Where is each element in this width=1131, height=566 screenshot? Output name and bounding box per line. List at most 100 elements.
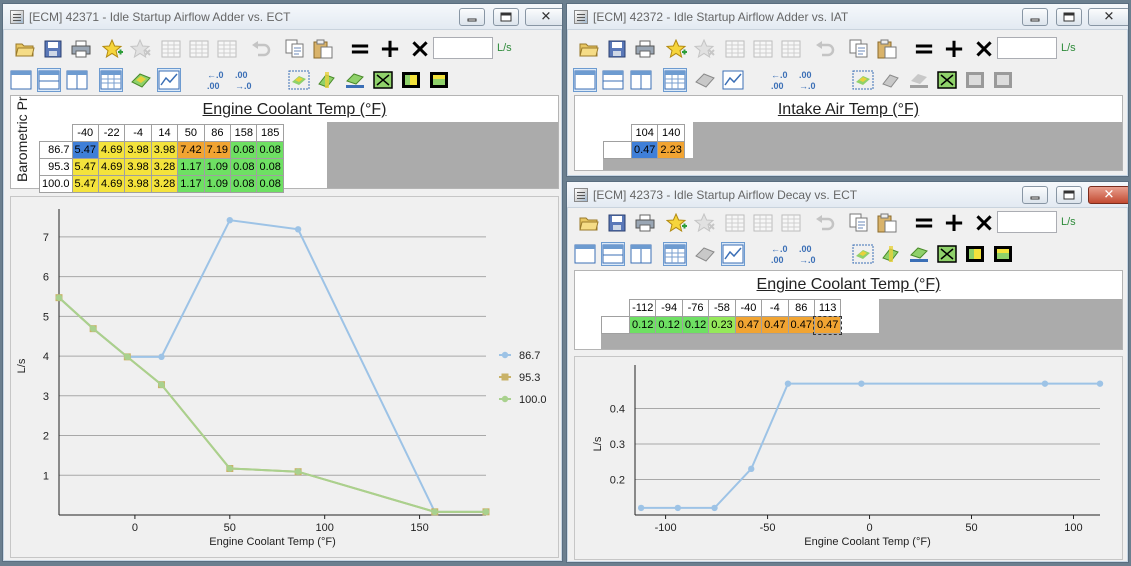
- decimal-less-button[interactable]: ←.0.00: [769, 242, 797, 266]
- table-cell[interactable]: 0.23: [708, 316, 736, 334]
- column-header[interactable]: 86: [203, 124, 232, 142]
- table-cell[interactable]: 3.98: [124, 158, 152, 176]
- multiply-button[interactable]: ×: [971, 36, 997, 62]
- close-button[interactable]: ✕: [525, 8, 562, 26]
- select-cell-button[interactable]: [935, 242, 959, 266]
- view-table-button[interactable]: [99, 68, 123, 92]
- select-row-button[interactable]: [287, 68, 311, 92]
- table-cell[interactable]: 0.08: [256, 141, 284, 159]
- table-button[interactable]: [215, 37, 239, 61]
- column-header[interactable]: 113: [813, 299, 842, 317]
- title-bar[interactable]: [ECM] 42373 - Idle Startup Airflow Decay…: [567, 182, 1128, 208]
- equals-button[interactable]: =: [911, 36, 937, 62]
- table-cell[interactable]: 1.09: [203, 158, 232, 176]
- star-remove-button[interactable]: [693, 37, 717, 61]
- table-cell[interactable]: 4.69: [97, 158, 126, 176]
- column-header[interactable]: -4: [761, 299, 789, 317]
- surface-3d-button[interactable]: [129, 68, 153, 92]
- table-button[interactable]: [723, 37, 747, 61]
- select-cell-button[interactable]: [371, 68, 395, 92]
- table-cell[interactable]: 1.09: [203, 175, 232, 193]
- paste-button[interactable]: [875, 37, 899, 61]
- column-header[interactable]: -4: [124, 124, 152, 142]
- select-cell-button[interactable]: [935, 68, 959, 92]
- table-cell[interactable]: 5.47: [71, 175, 99, 193]
- table-button[interactable]: [751, 37, 775, 61]
- undo-button[interactable]: [813, 211, 837, 235]
- table-cell[interactable]: 0.12: [681, 316, 710, 334]
- equals-button[interactable]: =: [911, 210, 937, 236]
- table-cell[interactable]: 3.28: [150, 175, 179, 193]
- column-header[interactable]: -40: [71, 124, 99, 142]
- open-button[interactable]: [577, 37, 601, 61]
- operand-input[interactable]: [997, 211, 1057, 233]
- minimize-button[interactable]: [459, 8, 485, 26]
- column-header[interactable]: -112: [628, 299, 657, 317]
- view-vsplit-button[interactable]: [65, 68, 89, 92]
- select-layer-button[interactable]: [907, 242, 931, 266]
- table-cell[interactable]: 0.47: [761, 316, 789, 334]
- select-row-button[interactable]: [851, 242, 875, 266]
- view-hsplit-button[interactable]: [37, 68, 61, 92]
- multiply-button[interactable]: ×: [407, 36, 433, 62]
- line-graph-button[interactable]: [157, 68, 181, 92]
- view-hsplit-button[interactable]: [601, 242, 625, 266]
- star-remove-button[interactable]: [693, 211, 717, 235]
- operand-input[interactable]: [433, 37, 493, 59]
- table-cell[interactable]: 0.47: [813, 315, 842, 335]
- paste-button[interactable]: [311, 37, 335, 61]
- star-add-button[interactable]: [665, 37, 689, 61]
- fill-yellow-dim-button[interactable]: [963, 68, 987, 92]
- fill-green-button[interactable]: [991, 242, 1015, 266]
- print-button[interactable]: [633, 37, 657, 61]
- decimal-less-button[interactable]: ←.0.00: [205, 68, 233, 92]
- column-header[interactable]: -40: [734, 299, 763, 317]
- decimal-more-button[interactable]: .00 →.0: [233, 68, 261, 92]
- minimize-button[interactable]: [1022, 8, 1048, 26]
- table-button[interactable]: [751, 211, 775, 235]
- copy-button[interactable]: [847, 211, 871, 235]
- maximize-button[interactable]: [493, 8, 519, 26]
- column-header[interactable]: 86: [787, 299, 815, 317]
- view-hsplit-button[interactable]: [601, 68, 625, 92]
- star-add-button[interactable]: [101, 37, 125, 61]
- column-header[interactable]: -58: [708, 299, 736, 317]
- table-button[interactable]: [723, 211, 747, 235]
- star-add-button[interactable]: [665, 211, 689, 235]
- print-button[interactable]: [69, 37, 93, 61]
- star-remove-button[interactable]: [129, 37, 153, 61]
- column-header[interactable]: -94: [655, 299, 683, 317]
- table-cell[interactable]: 0.12: [655, 316, 683, 334]
- select-col-dim-button[interactable]: [879, 68, 903, 92]
- column-header[interactable]: 185: [256, 124, 284, 142]
- open-button[interactable]: [577, 211, 601, 235]
- table-cell[interactable]: 3.98: [124, 175, 152, 193]
- table-button[interactable]: [159, 37, 183, 61]
- table-cell[interactable]: 1.17: [177, 158, 205, 176]
- copy-button[interactable]: [847, 37, 871, 61]
- table-cell[interactable]: 0.47: [630, 141, 659, 159]
- close-button[interactable]: ✕: [1088, 8, 1128, 26]
- decimal-less-button[interactable]: ←.0.00: [769, 68, 797, 92]
- decimal-more-button[interactable]: .00 →.0: [797, 242, 825, 266]
- fill-yellow-button[interactable]: [399, 68, 423, 92]
- save-button[interactable]: [41, 37, 65, 61]
- select-col-button[interactable]: [879, 242, 903, 266]
- undo-button[interactable]: [813, 37, 837, 61]
- row-header[interactable]: 86.7: [39, 141, 73, 159]
- table-cell[interactable]: 7.42: [177, 141, 205, 159]
- table-button[interactable]: [187, 37, 211, 61]
- table-button[interactable]: [779, 211, 803, 235]
- table-cell[interactable]: 0.08: [230, 141, 258, 159]
- column-header[interactable]: 50: [177, 124, 205, 142]
- view-table-button[interactable]: [663, 68, 687, 92]
- view-single-button[interactable]: [9, 68, 33, 92]
- save-button[interactable]: [605, 37, 629, 61]
- table-cell[interactable]: 5.47: [71, 141, 99, 159]
- table-cell[interactable]: 0.08: [256, 175, 284, 193]
- table-cell[interactable]: 1.17: [177, 175, 205, 193]
- select-layer-dim-button[interactable]: [907, 68, 931, 92]
- fill-yellow-button[interactable]: [963, 242, 987, 266]
- table-cell[interactable]: 3.28: [150, 158, 179, 176]
- surface-3d-dim-button[interactable]: [693, 242, 717, 266]
